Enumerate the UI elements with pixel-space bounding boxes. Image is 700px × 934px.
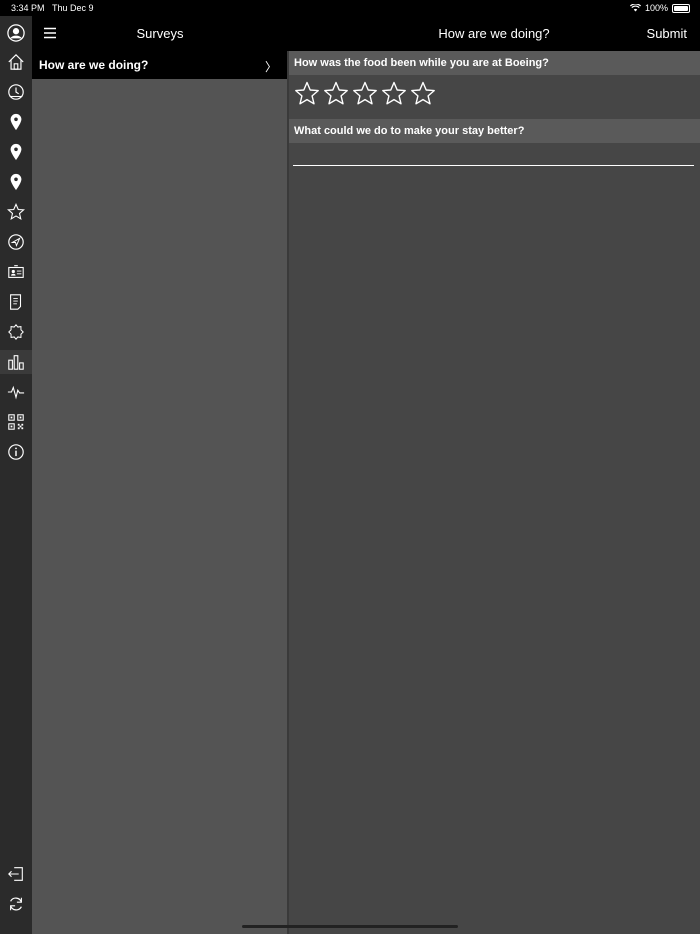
battery-percent: 100% — [644, 3, 668, 13]
home-indicator — [242, 925, 458, 928]
info-icon[interactable] — [4, 440, 28, 464]
surveys-title: Surveys — [136, 26, 184, 41]
survey-list-item-label: How are we doing? — [39, 58, 149, 72]
surveys-nav-bar: Surveys — [32, 16, 288, 51]
survey-detail: How was the food been while you are at B… — [289, 51, 700, 934]
location-pin-icon[interactable] — [4, 140, 28, 164]
location-pin-icon[interactable] — [4, 170, 28, 194]
star-rating — [294, 81, 436, 107]
sidebar-rail — [0, 16, 32, 934]
qr-code-icon[interactable] — [4, 410, 28, 434]
star-icon[interactable] — [4, 200, 28, 224]
rating-star-1-icon[interactable] — [294, 81, 320, 107]
wifi-icon — [629, 4, 641, 12]
refresh-icon[interactable] — [4, 892, 28, 916]
status-date: Thu Dec 9 — [52, 3, 94, 13]
survey-list-item[interactable]: How are we doing? 〉 — [32, 51, 287, 79]
question-text: How was the food been while you are at B… — [294, 57, 549, 69]
question-header: What could we do to make your stay bette… — [289, 119, 700, 143]
document-icon[interactable] — [4, 290, 28, 314]
badge-icon[interactable] — [4, 320, 28, 344]
status-time: 3:34 PM — [11, 3, 45, 13]
home-icon[interactable] — [4, 50, 28, 74]
survey-detail-title: How are we doing? — [438, 26, 550, 41]
rating-star-4-icon[interactable] — [381, 81, 407, 107]
status-indicators: 100% — [629, 3, 690, 13]
rating-star-3-icon[interactable] — [352, 81, 378, 107]
survey-detail-nav-bar: How are we doing? Submit — [288, 16, 700, 51]
logout-icon[interactable] — [4, 862, 28, 886]
question-header: How was the food been while you are at B… — [289, 51, 700, 75]
status-bar: 3:34 PM Thu Dec 9 100% — [0, 0, 700, 16]
battery-icon — [672, 3, 690, 13]
submit-button[interactable]: Submit — [647, 26, 687, 41]
bar-chart-icon[interactable] — [0, 350, 32, 374]
question-text: What could we do to make your stay bette… — [294, 125, 525, 137]
answer-text-field[interactable] — [293, 165, 694, 166]
rating-star-2-icon[interactable] — [323, 81, 349, 107]
chevron-right-icon: 〉 — [264, 60, 277, 74]
navigation-arrow-icon[interactable] — [4, 230, 28, 254]
clock-icon[interactable] — [4, 80, 28, 104]
location-pin-icon[interactable] — [4, 110, 28, 134]
survey-list: How are we doing? 〉 — [32, 51, 287, 934]
profile-icon[interactable] — [4, 21, 28, 45]
rating-star-5-icon[interactable] — [410, 81, 436, 107]
id-card-icon[interactable] — [4, 260, 28, 284]
activity-icon[interactable] — [4, 380, 28, 404]
